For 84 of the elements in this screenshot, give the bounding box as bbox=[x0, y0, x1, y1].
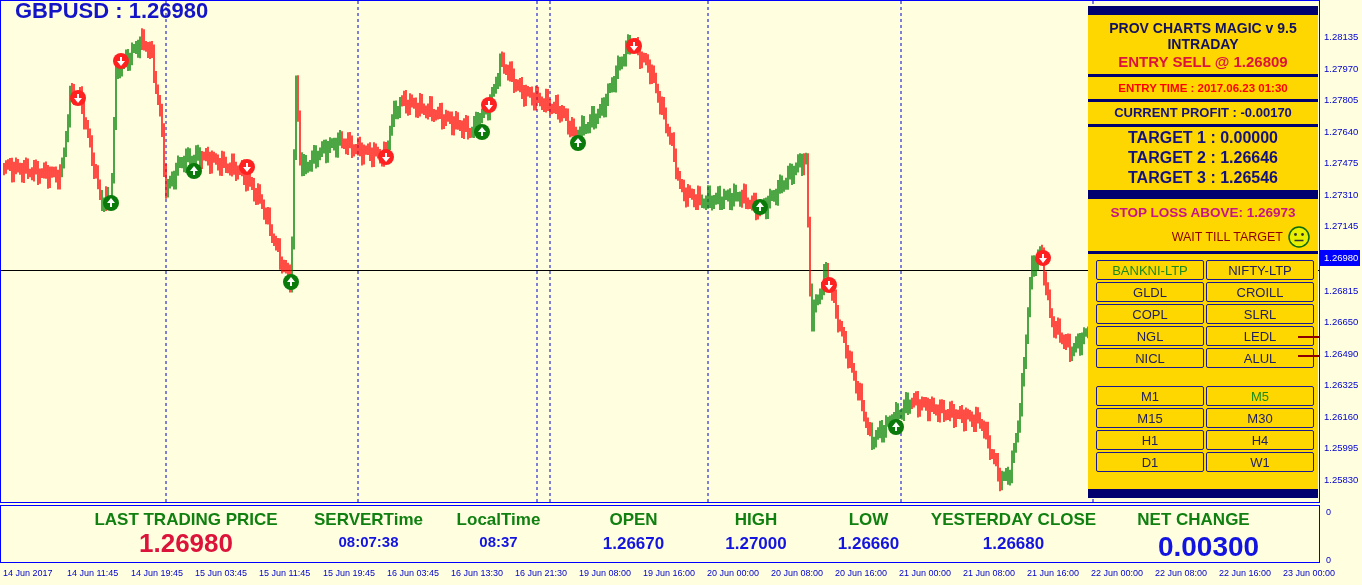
stat-label: OPEN bbox=[609, 510, 658, 530]
stat-label: LocalTime bbox=[456, 510, 541, 530]
price-label: 1.26490 bbox=[1323, 346, 1359, 361]
stat-value: 1.26660 bbox=[837, 534, 900, 554]
stat-value: 08:07:38 bbox=[338, 533, 399, 550]
price-label: 1.26650 bbox=[1323, 315, 1359, 329]
time-label: 19 Jun 08:00 bbox=[579, 568, 633, 578]
time-label: 23 Jun 00:00 bbox=[1283, 568, 1337, 578]
timeframe-button[interactable]: M15 bbox=[1096, 408, 1204, 428]
symbol-button[interactable]: NICL bbox=[1096, 348, 1204, 368]
target-price: TARGET 3 : 1.26546 bbox=[1128, 168, 1278, 188]
price-label: 1.27640 bbox=[1323, 124, 1359, 139]
timeframe-button[interactable]: M30 bbox=[1206, 408, 1314, 428]
stat-label: YESTERDAY CLOSE bbox=[930, 510, 1097, 530]
timeframe-button[interactable]: H4 bbox=[1206, 430, 1314, 450]
time-label: 19 Jun 16:00 bbox=[643, 568, 697, 578]
time-label: 15 Jun 19:45 bbox=[323, 568, 377, 578]
time-label: 15 Jun 03:45 bbox=[195, 568, 249, 578]
time-label: 14 Jun 11:45 bbox=[67, 568, 120, 578]
timeframe-button[interactable]: D1 bbox=[1096, 452, 1204, 472]
price-label: 1.28135 bbox=[1323, 30, 1359, 44]
entry-signal: ENTRY SELL @ 1.26809 bbox=[1118, 52, 1288, 72]
time-label: 20 Jun 16:00 bbox=[835, 568, 889, 578]
symbol-button[interactable]: GLDL bbox=[1096, 282, 1204, 302]
price-label: 1.27310 bbox=[1323, 187, 1359, 202]
time-label: 14 Jun 19:45 bbox=[131, 568, 185, 578]
stop-loss: STOP LOSS ABOVE: 1.26973 bbox=[1110, 205, 1296, 220]
time-label: 16 Jun 03:45 bbox=[387, 568, 441, 578]
time-label: 22 Jun 16:00 bbox=[1219, 568, 1273, 578]
time-label: 16 Jun 13:30 bbox=[451, 568, 505, 578]
stat-value: 1.26670 bbox=[602, 534, 665, 554]
price-label: 1.26325 bbox=[1323, 378, 1359, 392]
time-label: 21 Jun 08:00 bbox=[963, 568, 1017, 578]
axis-label: 0 bbox=[1326, 555, 1332, 565]
price-label: 1.26815 bbox=[1323, 283, 1359, 298]
stat-value: 08:37 bbox=[479, 533, 518, 550]
time-label: 15 Jun 11:45 bbox=[259, 568, 312, 578]
time-label: 22 Jun 08:00 bbox=[1155, 568, 1209, 578]
symbol-button[interactable]: NGL bbox=[1096, 326, 1204, 346]
stat-label: SERVERTime bbox=[314, 510, 423, 530]
time-label: 16 Jun 21:30 bbox=[515, 568, 569, 578]
panel-title: PROV CHARTS MAGIC v 9.5 bbox=[1109, 20, 1297, 36]
price-label: 1.27475 bbox=[1323, 156, 1359, 170]
symbol-button[interactable]: LEDL bbox=[1206, 326, 1314, 346]
axis-label: 0 bbox=[1326, 507, 1332, 517]
symbol-button[interactable]: COPL bbox=[1096, 304, 1204, 324]
target-price: TARGET 2 : 1.26646 bbox=[1128, 148, 1278, 168]
time-label: 20 Jun 08:00 bbox=[771, 568, 825, 578]
stat-value: 1.27000 bbox=[725, 534, 787, 554]
symbol-button[interactable]: SLRL bbox=[1206, 304, 1314, 324]
status-text: WAIT TILL TARGET bbox=[1171, 230, 1283, 244]
price-label: 1.25830 bbox=[1323, 472, 1359, 487]
panel-subtitle: INTRADAY bbox=[1167, 36, 1239, 52]
level-marker bbox=[1298, 355, 1319, 357]
target-price: TARGET 1 : 0.00000 bbox=[1128, 128, 1278, 148]
stat-value: 0.00300 bbox=[1157, 530, 1260, 564]
stat-value: 1.26680 bbox=[982, 534, 1045, 554]
entry-time: ENTRY TIME : 2017.06.23 01:30 bbox=[1118, 81, 1288, 96]
stat-label: HIGH bbox=[734, 510, 778, 530]
price-label: 1.26160 bbox=[1323, 409, 1359, 424]
timeframe-button[interactable]: M1 bbox=[1096, 386, 1204, 406]
timeframe-button[interactable]: H1 bbox=[1096, 430, 1204, 450]
stat-value: 1.26980 bbox=[139, 530, 233, 556]
stat-label: LAST TRADING PRICE bbox=[94, 510, 278, 530]
level-marker bbox=[1298, 336, 1319, 338]
time-label: 14 Jun 2017 bbox=[3, 568, 54, 578]
price-label: 1.25995 bbox=[1323, 441, 1359, 455]
time-label: 21 Jun 00:00 bbox=[899, 568, 953, 578]
symbol-button[interactable]: CROILL bbox=[1206, 282, 1314, 302]
chart-title: GBPUSD : 1.26980 bbox=[15, 1, 209, 24]
timeframe-button[interactable]: W1 bbox=[1206, 452, 1314, 472]
neutral-face-icon bbox=[1288, 226, 1310, 248]
stat-label: LOW bbox=[848, 510, 889, 530]
current-profit: CURRENT PROFIT : -0.00170 bbox=[1114, 104, 1292, 122]
price-label: 1.27970 bbox=[1323, 61, 1359, 76]
time-label: 21 Jun 16:00 bbox=[1027, 568, 1081, 578]
time-label: 20 Jun 00:00 bbox=[707, 568, 761, 578]
price-label: 1.27805 bbox=[1323, 93, 1359, 107]
symbol-button[interactable]: NIFTY-LTP bbox=[1206, 260, 1314, 280]
stat-label: NET CHANGE bbox=[1137, 510, 1250, 530]
time-label: 22 Jun 00:00 bbox=[1091, 568, 1145, 578]
price-label: 1.26980 bbox=[1320, 249, 1361, 266]
price-label: 1.27145 bbox=[1323, 219, 1359, 233]
symbol-button[interactable]: ALUL bbox=[1206, 348, 1314, 368]
